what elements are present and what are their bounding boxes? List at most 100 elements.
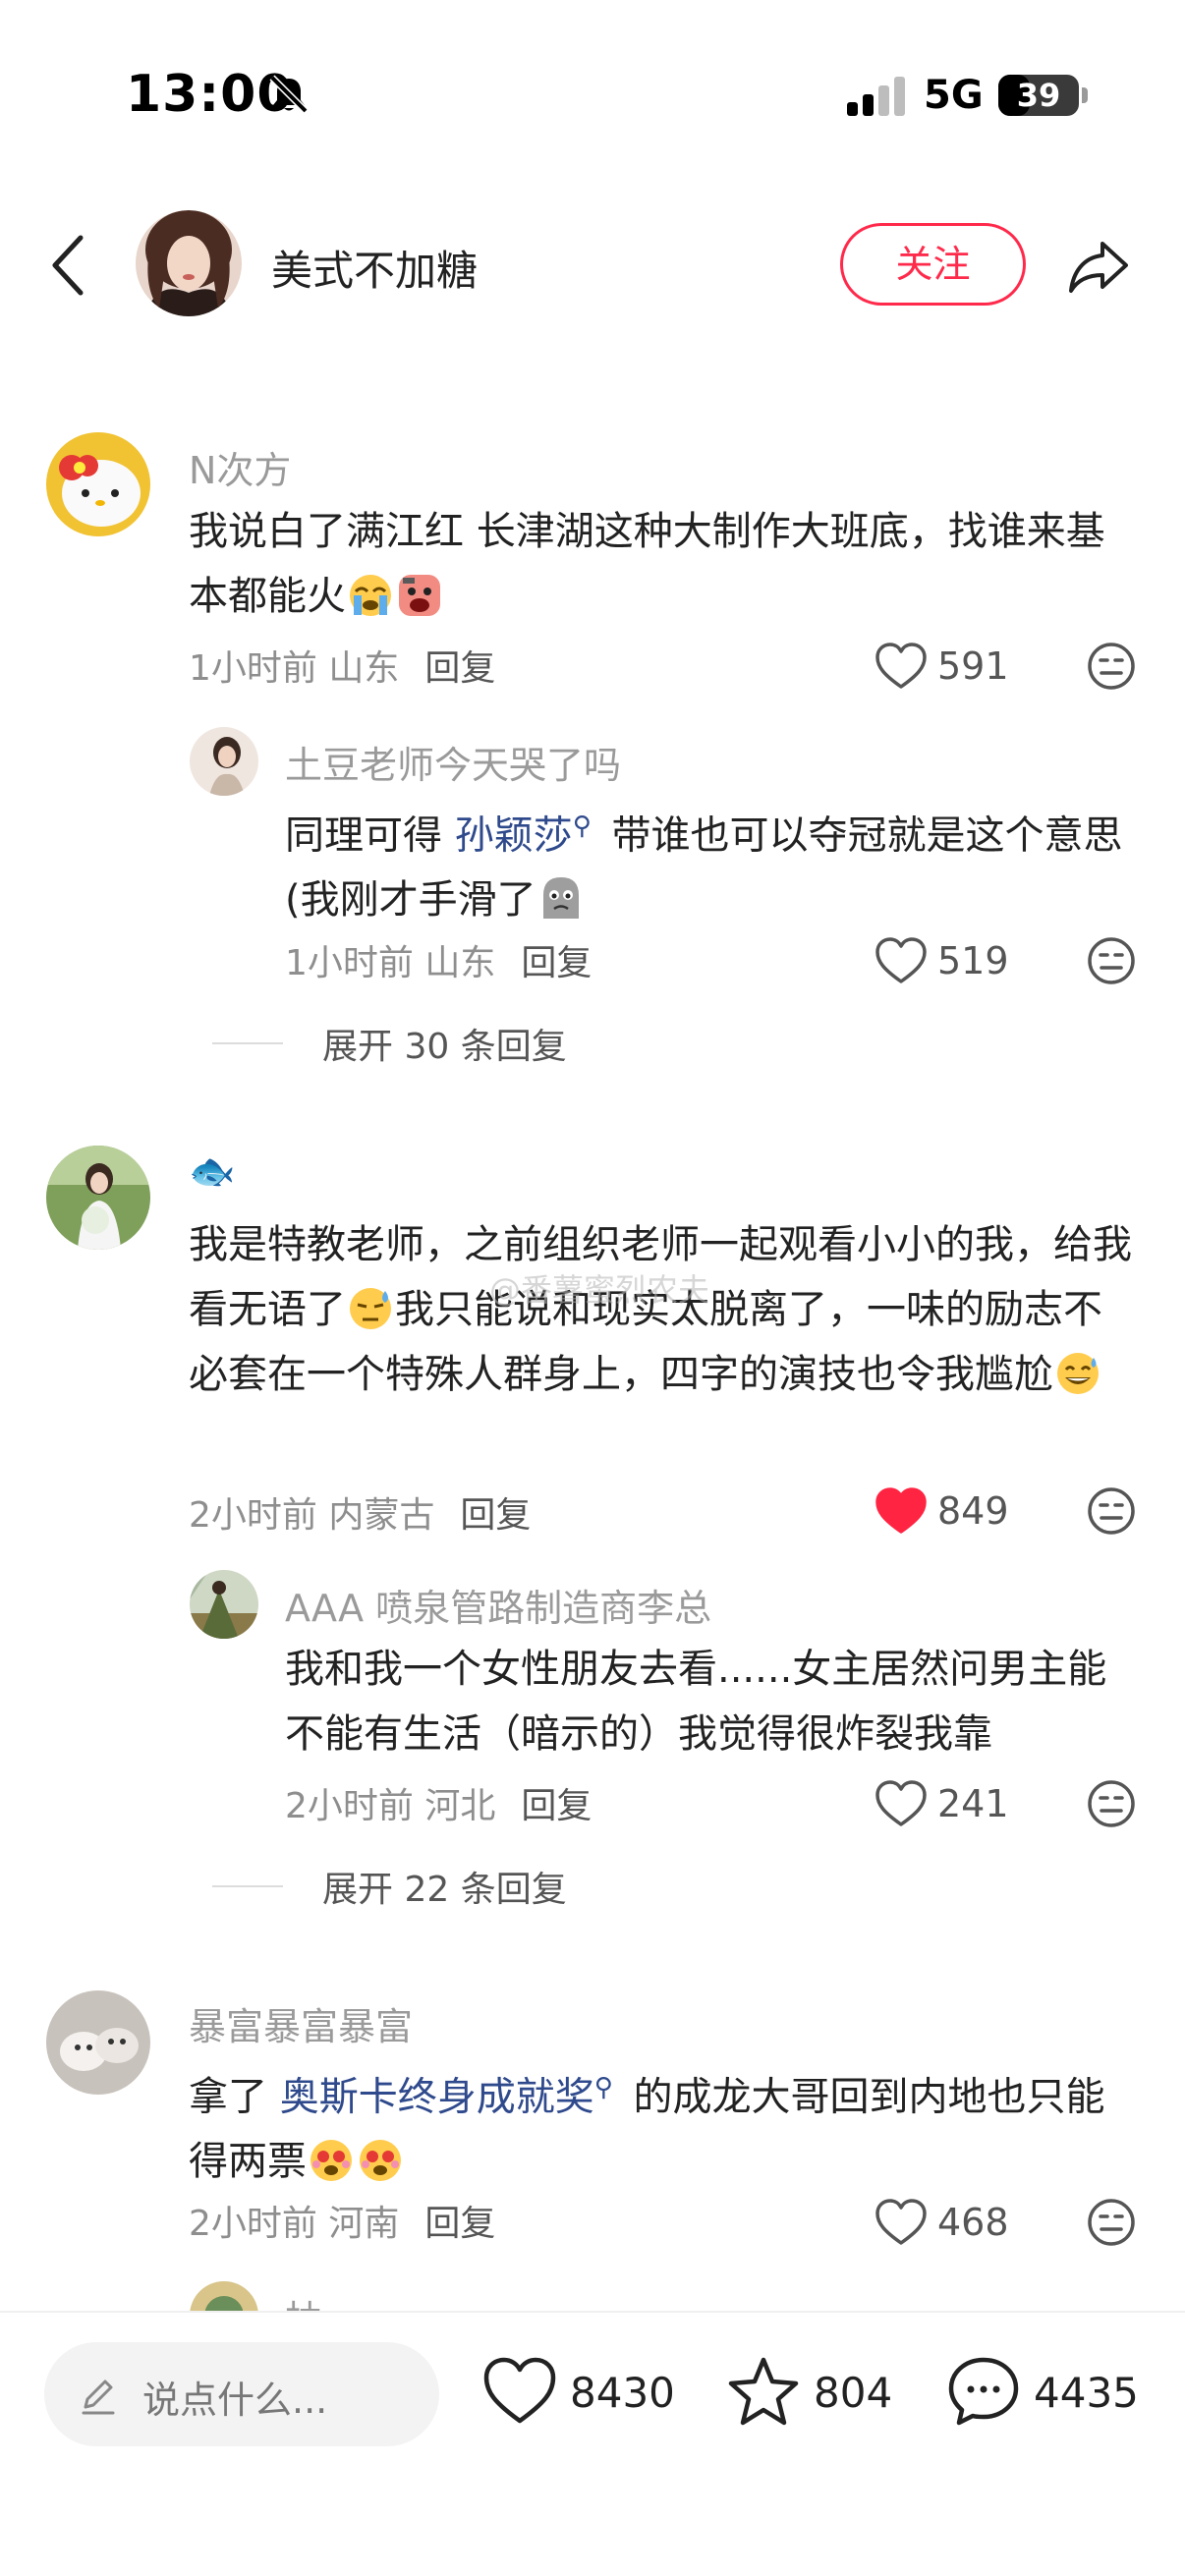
post-like-count: 8430 bbox=[570, 2368, 675, 2417]
comment-input[interactable]: 说点什么... bbox=[44, 2342, 439, 2446]
expand-replies-button[interactable]: 展开 22 条回复 bbox=[212, 1861, 567, 1912]
heart-filled-icon bbox=[875, 1487, 927, 1534]
expand-replies-label: 展开 22 条回复 bbox=[322, 1870, 567, 1910]
replier-avatar[interactable] bbox=[190, 1570, 258, 1639]
author-name[interactable]: 美式不加糖 bbox=[271, 238, 478, 298]
like-count: 468 bbox=[937, 2201, 1009, 2244]
search-icon: ⚲ bbox=[572, 812, 592, 841]
reply-text-before: 同理可得 bbox=[285, 812, 455, 859]
post-like-button[interactable]: 8430 bbox=[481, 2348, 675, 2436]
comments-button[interactable]: 4435 bbox=[945, 2348, 1139, 2436]
signal-icon bbox=[847, 77, 905, 116]
dislike-icon[interactable] bbox=[1086, 935, 1137, 986]
like-count: 849 bbox=[937, 1489, 1009, 1533]
reply-meta: 1小时前 山东 回复 bbox=[285, 934, 592, 985]
watermark: @番薯蜜烈农夫 bbox=[489, 1271, 710, 1309]
replier-name[interactable]: 土豆老师今天哭了吗 bbox=[285, 735, 621, 789]
bottom-action-bar: 说点什么... 8430 804 4435 bbox=[0, 2311, 1185, 2576]
dislike-icon[interactable] bbox=[1086, 1485, 1137, 1537]
sad-ghost-emoji-icon bbox=[542, 877, 579, 920]
reply-button[interactable]: 回复 bbox=[521, 943, 592, 983]
follow-button[interactable]: 关注 bbox=[840, 223, 1026, 306]
like-button[interactable]: 241 bbox=[875, 1776, 1009, 1831]
crying-emoji-icon bbox=[350, 575, 391, 616]
commenter-name[interactable]: N次方 bbox=[189, 440, 291, 494]
share-icon[interactable] bbox=[1063, 230, 1134, 301]
expand-replies-label: 展开 30 条回复 bbox=[322, 1027, 567, 1067]
heart-icon bbox=[875, 2199, 927, 2245]
screaming-emoji-icon bbox=[399, 575, 440, 616]
commenter-name[interactable]: 暴富暴富暴富 bbox=[189, 1996, 413, 2050]
comment-time: 1小时前 bbox=[189, 648, 317, 689]
search-icon: ⚲ bbox=[593, 2073, 613, 2102]
reply-location: 河北 bbox=[424, 1786, 496, 1826]
like-button[interactable]: 519 bbox=[875, 933, 1009, 988]
comment-location: 内蒙古 bbox=[328, 1495, 435, 1536]
topic-link[interactable]: 孙颖莎 bbox=[455, 812, 573, 858]
star-icon bbox=[728, 2357, 799, 2426]
battery-icon: 39 bbox=[998, 75, 1079, 116]
reply-time: 1小时前 bbox=[285, 943, 414, 983]
commenter-name[interactable]: 🐟 bbox=[189, 1149, 235, 1194]
grinning-sweat-emoji-icon bbox=[1057, 1353, 1099, 1394]
comment-time: 2小时前 bbox=[189, 1495, 317, 1536]
favorite-count: 804 bbox=[814, 2368, 893, 2417]
comment-time: 2小时前 bbox=[189, 2204, 317, 2244]
reply-button[interactable]: 回复 bbox=[521, 1786, 592, 1826]
topic-link[interactable]: 奥斯卡终身成就奖 bbox=[280, 2074, 594, 2119]
like-count: 241 bbox=[937, 1782, 1009, 1825]
reply-meta: 2小时前 河北 回复 bbox=[285, 1777, 592, 1828]
like-button[interactable]: 591 bbox=[875, 639, 1009, 694]
back-icon[interactable] bbox=[45, 230, 94, 301]
reply-button[interactable]: 回复 bbox=[424, 2204, 495, 2244]
commenter-avatar[interactable] bbox=[46, 1990, 150, 2095]
heart-icon bbox=[875, 1780, 927, 1826]
comment-meta: 2小时前 河南 回复 bbox=[189, 2195, 495, 2246]
expand-replies-button[interactable]: 展开 30 条回复 bbox=[212, 1018, 567, 1069]
commenter-avatar[interactable] bbox=[46, 432, 150, 536]
money-eyes-emoji-icon bbox=[310, 2140, 352, 2182]
replier-name[interactable]: AAA 喷泉管路制造商李总 bbox=[285, 1578, 711, 1632]
comment-text-before: 拿了 bbox=[189, 2074, 280, 2120]
like-button[interactable]: 468 bbox=[875, 2195, 1009, 2250]
like-count: 519 bbox=[937, 939, 1009, 982]
reply-text: 我和我一个女性朋友去看......女主居然问男主能不能有生活（暗示的）我觉得很炸… bbox=[285, 1647, 1107, 1757]
battery-level: 39 bbox=[1016, 77, 1061, 114]
like-count: 591 bbox=[937, 644, 1009, 688]
heart-icon bbox=[875, 643, 927, 689]
downcast-sweat-emoji-icon bbox=[350, 1288, 391, 1329]
dislike-icon[interactable] bbox=[1086, 641, 1137, 692]
reply-button[interactable]: 回复 bbox=[424, 648, 495, 689]
post-header: 美式不加糖 关注 bbox=[0, 187, 1185, 344]
like-button[interactable]: 849 bbox=[875, 1484, 1009, 1539]
reply-location: 山东 bbox=[424, 943, 496, 983]
battery-cap bbox=[1082, 87, 1088, 103]
chat-icon bbox=[948, 2357, 1019, 2426]
comment-meta: 2小时前 内蒙古 回复 bbox=[189, 1486, 531, 1538]
reply-text: 同理可得 孙颖莎⚲ 带谁也可以夺冠就是这个意思 (我刚才手滑了 bbox=[285, 794, 1136, 932]
dislike-icon[interactable] bbox=[1086, 1778, 1137, 1829]
comment-input-placeholder: 说点什么... bbox=[142, 2379, 328, 2422]
author-avatar[interactable] bbox=[136, 210, 242, 316]
comment-count: 4435 bbox=[1034, 2368, 1139, 2417]
commenter-avatar[interactable] bbox=[46, 1146, 150, 1250]
divider-line bbox=[212, 1042, 283, 1044]
dislike-icon[interactable] bbox=[1086, 2197, 1137, 2248]
comment-location: 河南 bbox=[328, 2204, 400, 2244]
favorite-button[interactable]: 804 bbox=[725, 2348, 892, 2436]
bell-slash-icon bbox=[269, 75, 309, 114]
divider-line bbox=[212, 1885, 283, 1887]
comment-location: 山东 bbox=[328, 648, 400, 689]
replier-avatar[interactable] bbox=[190, 727, 258, 796]
money-eyes-emoji-icon bbox=[360, 2140, 401, 2182]
status-bar: 13:00 5G 39 bbox=[0, 0, 1185, 187]
comment-text: 拿了 奥斯卡终身成就奖⚲ 的成龙大哥回到内地也只能得两票 bbox=[189, 2055, 1138, 2194]
network-label: 5G bbox=[924, 73, 984, 118]
comment-meta: 1小时前 山东 回复 bbox=[189, 640, 495, 691]
reply-time: 2小时前 bbox=[285, 1786, 414, 1826]
comment-text: 我说白了满江红 长津湖这种大制作大班底，找谁来基本都能火 bbox=[189, 499, 1138, 629]
heart-icon bbox=[483, 2357, 556, 2424]
pen-icon bbox=[82, 2380, 115, 2415]
reply-button[interactable]: 回复 bbox=[460, 1495, 531, 1536]
comment-text-body: 我说白了满江红 长津湖这种大制作大班底，找谁来基本都能火 bbox=[189, 509, 1105, 619]
